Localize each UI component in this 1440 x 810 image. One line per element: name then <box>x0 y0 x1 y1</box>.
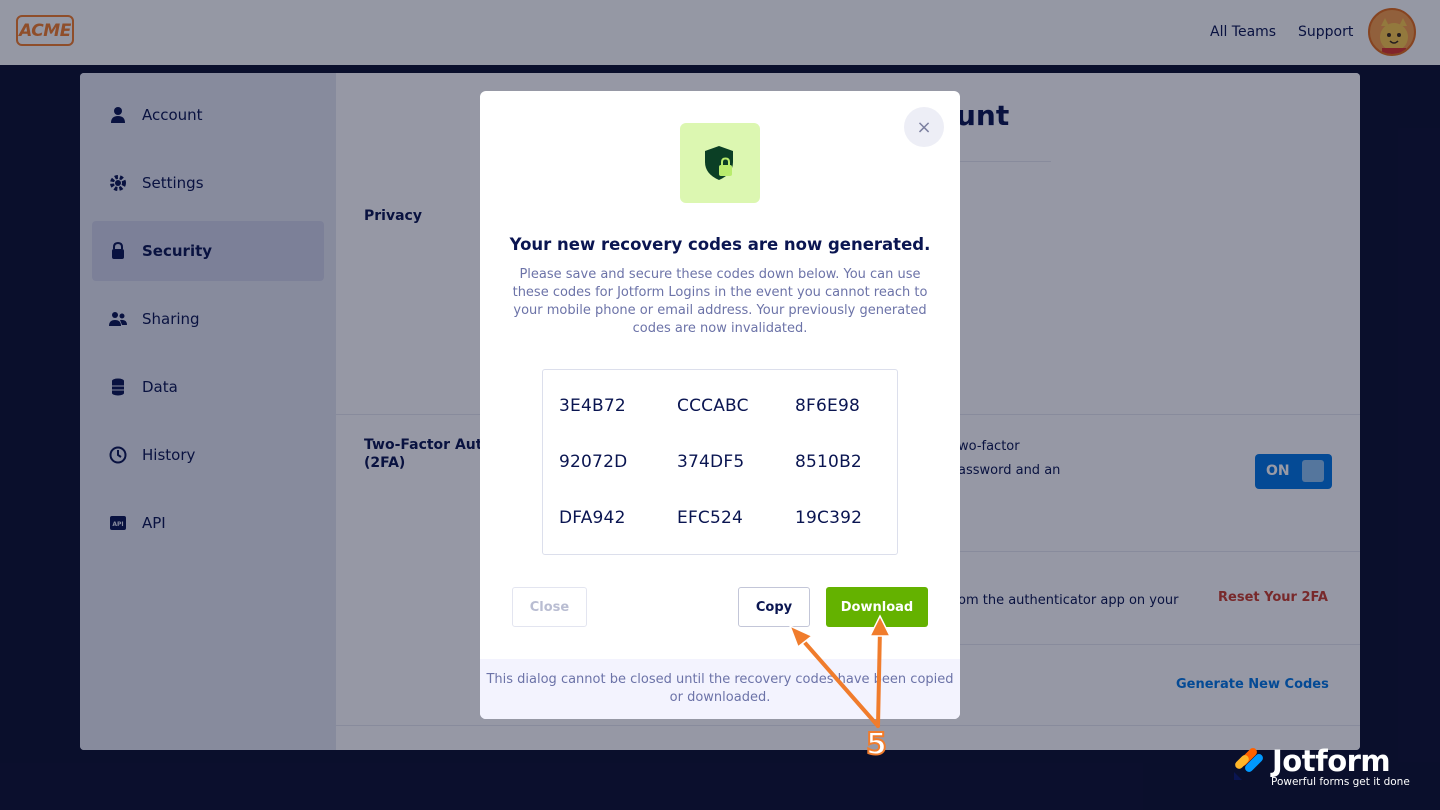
copy-button[interactable]: Copy <box>738 587 810 627</box>
recovery-code: 19C392 <box>795 508 863 528</box>
recovery-code: 374DF5 <box>677 452 745 472</box>
recovery-code: 92072D <box>559 452 628 472</box>
recovery-code: EFC524 <box>677 508 744 528</box>
recovery-code: CCCABC <box>677 396 749 416</box>
close-icon[interactable]: × <box>904 107 944 147</box>
jotform-logo-icon <box>1234 748 1263 780</box>
dialog-title: Your new recovery codes are now generate… <box>509 235 931 254</box>
shield-lock-icon <box>705 146 733 180</box>
download-button[interactable]: Download <box>826 587 928 627</box>
jotform-brand: Jotform <box>1272 744 1391 778</box>
close-button[interactable]: Close <box>512 587 587 627</box>
recovery-code: 8F6E98 <box>795 396 860 416</box>
jotform-watermark: Jotform Powerful forms get it done <box>1232 744 1412 792</box>
recovery-codes-dialog: × Your new recovery codes are now genera… <box>480 91 960 719</box>
recovery-code: 8510B2 <box>795 452 862 472</box>
recovery-code: 3E4B72 <box>559 396 626 416</box>
dialog-description: Please save and secure these codes down … <box>512 267 928 336</box>
recovery-codes-list: 3E4B72 CCCABC 8F6E98 92072D 374DF5 8510B… <box>542 369 898 555</box>
recovery-code: DFA942 <box>559 508 626 528</box>
jotform-tagline: Powerful forms get it done <box>1271 776 1410 788</box>
dialog-footer-note: This dialog cannot be closed until the r… <box>480 659 960 719</box>
step-number: 5 <box>865 726 888 763</box>
shield-lock-badge <box>680 123 760 203</box>
